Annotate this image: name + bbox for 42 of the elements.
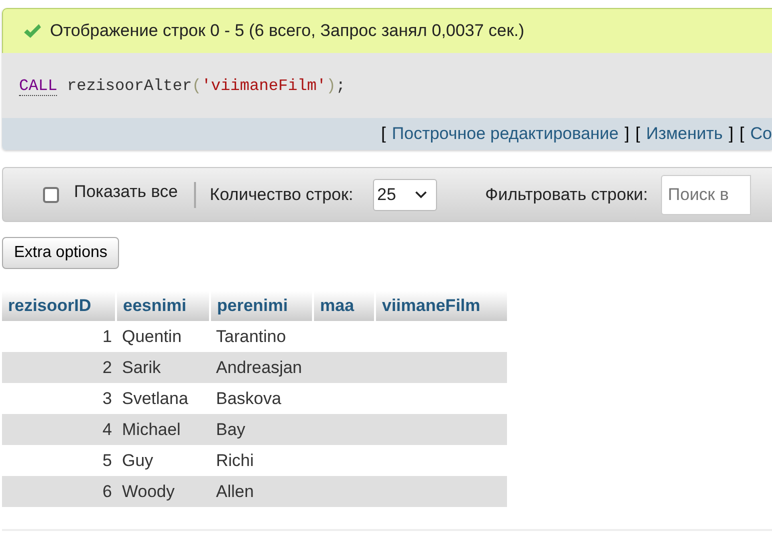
show-all-label: Показать все bbox=[74, 182, 178, 202]
table-cell: Andreasjan bbox=[210, 352, 313, 383]
table-cell: Sarik bbox=[116, 352, 210, 383]
table-cell: Guy bbox=[116, 445, 210, 476]
chevron-down-icon bbox=[415, 190, 428, 198]
table-cell: Richi bbox=[210, 445, 313, 476]
column-header[interactable]: perenimi bbox=[210, 291, 313, 321]
extra-options-button[interactable]: Extra options bbox=[2, 237, 120, 269]
table-cell: Michael bbox=[116, 414, 210, 445]
table-cell: Quentin bbox=[116, 321, 210, 352]
table-cell: 5 bbox=[2, 445, 116, 476]
table-cell: Tarantino bbox=[210, 321, 313, 352]
bracket: [ bbox=[381, 124, 386, 144]
table-cell: 3 bbox=[2, 383, 116, 414]
column-header[interactable]: rezisoorID bbox=[2, 291, 116, 321]
table-cell: Svetlana bbox=[116, 383, 210, 414]
table-cell: 6 bbox=[2, 476, 116, 507]
sql-query: CALL rezisoorAlter('viimaneFilm'); bbox=[19, 76, 346, 94]
bracket: ] bbox=[728, 124, 734, 144]
table-cell: Allen bbox=[210, 476, 313, 507]
column-header[interactable]: eesnimi bbox=[116, 291, 210, 321]
show-all-checkbox[interactable] bbox=[43, 186, 59, 202]
bracket: [ bbox=[740, 124, 744, 144]
filter-field[interactable]: Поиск в bbox=[660, 174, 751, 214]
query-link[interactable]: Построчное редактирование bbox=[392, 124, 619, 144]
bracket: [ bbox=[635, 124, 640, 144]
rows-label: Количество строк: bbox=[210, 184, 354, 204]
bracket: ] bbox=[624, 124, 630, 144]
filter-label: Фильтровать строки: bbox=[485, 184, 648, 204]
column-header[interactable]: viimaneFilm bbox=[375, 291, 507, 321]
table-cell: Baskova bbox=[210, 383, 313, 414]
query-link[interactable]: Со bbox=[750, 124, 772, 144]
table-cell: Bay bbox=[210, 414, 313, 445]
message-text: Отображение строк 0 - 5 (6 всего, Запрос занял 0,0037 сек.) bbox=[50, 21, 524, 41]
checkmark-icon bbox=[23, 22, 42, 40]
table-cell: Woody bbox=[116, 476, 210, 507]
column-header[interactable]: maa bbox=[313, 291, 375, 321]
table-cell: 4 bbox=[2, 414, 116, 445]
query-link[interactable]: Изменить bbox=[646, 124, 723, 144]
table-cell: 1 bbox=[2, 321, 116, 352]
table-cell: 2 bbox=[2, 352, 116, 383]
rows-select[interactable]: 25 bbox=[373, 178, 438, 210]
